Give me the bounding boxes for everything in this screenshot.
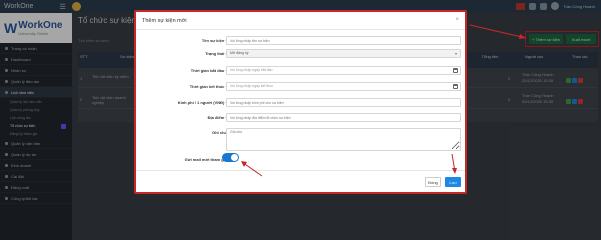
arrowhead bbox=[241, 161, 247, 167]
arrowhead bbox=[452, 168, 457, 174]
annotation-arrows bbox=[241, 24, 527, 177]
arrow-to-add-button bbox=[469, 24, 527, 39]
